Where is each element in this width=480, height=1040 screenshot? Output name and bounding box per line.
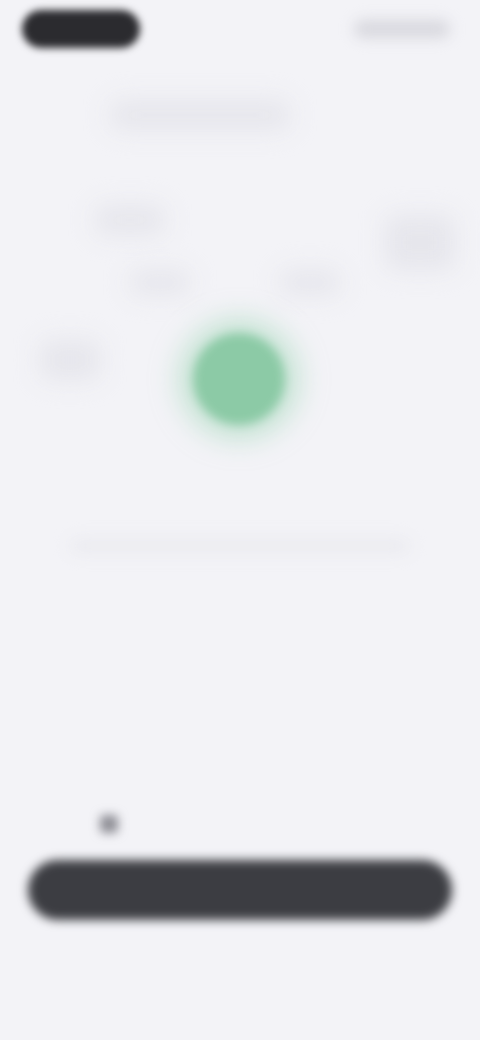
background-shape: [110, 100, 290, 130]
info-icon: [100, 815, 118, 833]
app-screen: [0, 0, 480, 1040]
background-shape: [130, 270, 190, 295]
background-shape: [280, 270, 340, 295]
status-bar-icons: [354, 20, 450, 38]
hint-row: [100, 812, 380, 836]
background-shape: [385, 215, 455, 270]
background-shape: [40, 340, 100, 380]
primary-action-button[interactable]: [28, 860, 452, 920]
status-subtext: [70, 540, 410, 552]
background-shape: [95, 205, 165, 235]
dynamic-island-pill: [22, 10, 140, 48]
success-status-icon: [193, 333, 285, 425]
